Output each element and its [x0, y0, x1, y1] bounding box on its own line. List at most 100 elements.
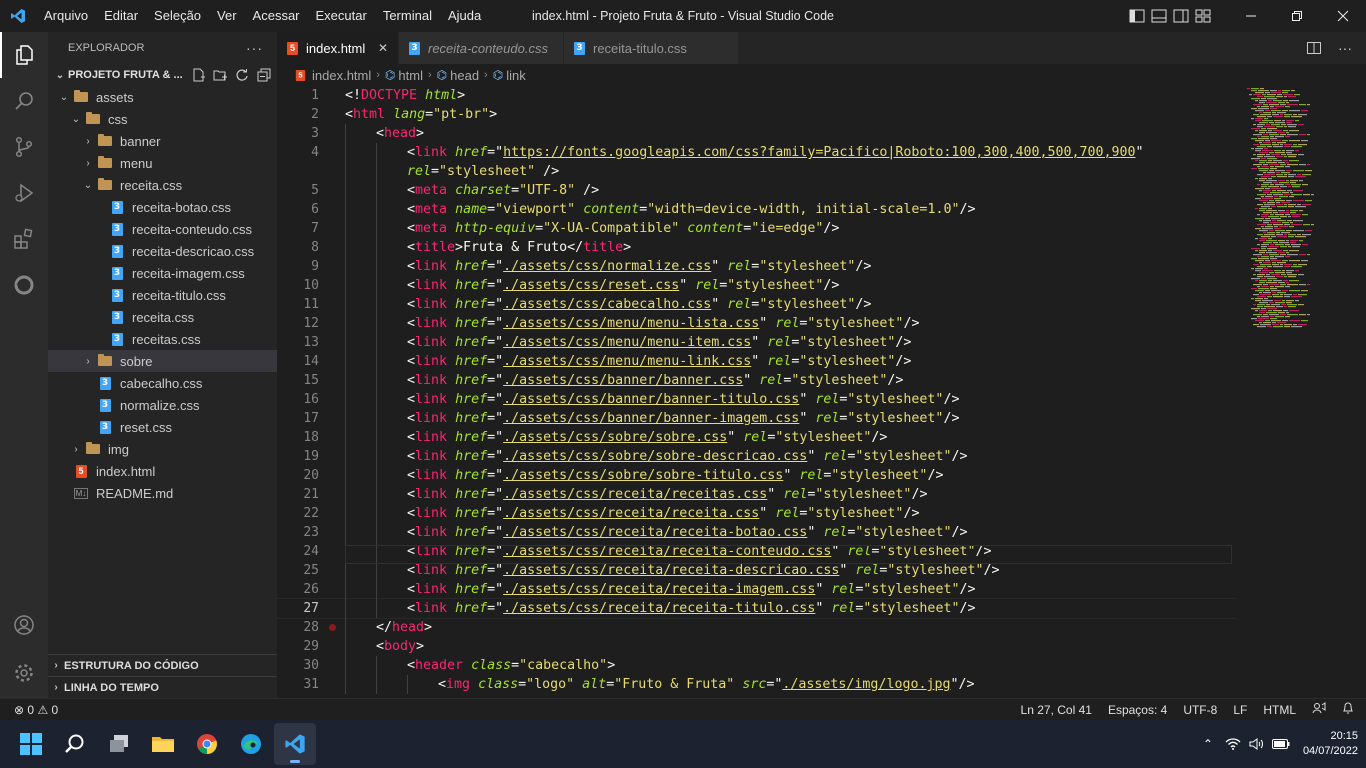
edge-browser-icon[interactable] — [230, 723, 272, 765]
breadcrumb-item[interactable]: link — [506, 68, 526, 83]
tree-item[interactable]: 3 receitas.css — [48, 328, 277, 350]
tree-item[interactable]: 5 index.html — [48, 460, 277, 482]
gutter[interactable] — [321, 105, 345, 124]
menu-acessar[interactable]: Acessar — [245, 0, 308, 32]
gutter[interactable] — [321, 352, 345, 371]
notifications-bell-icon[interactable] — [1334, 699, 1366, 721]
tree-item[interactable]: 3 receita-titulo.css — [48, 284, 277, 306]
gutter[interactable] — [321, 143, 345, 162]
gutter[interactable] — [321, 485, 345, 504]
gutter[interactable] — [321, 181, 345, 200]
gutter[interactable] — [321, 219, 345, 238]
tab-receita-titulo-css[interactable]: 3 receita-titulo.css — [564, 32, 739, 64]
breadcrumb-item[interactable]: head — [450, 68, 479, 83]
feedback-icon[interactable] — [1304, 699, 1334, 721]
extensions-icon[interactable] — [0, 216, 48, 262]
language-mode[interactable]: HTML — [1255, 699, 1304, 721]
menu-arquivo[interactable]: Arquivo — [36, 0, 96, 32]
cursor-position[interactable]: Ln 27, Col 41 — [1013, 699, 1100, 721]
toggle-panel-icon[interactable] — [1148, 0, 1170, 32]
clock[interactable]: 20:15 04/07/2022 — [1293, 729, 1366, 759]
gutter[interactable] — [321, 599, 345, 618]
close-icon[interactable] — [1320, 0, 1366, 32]
menu-seleção[interactable]: Seleção — [146, 0, 209, 32]
refresh-icon[interactable] — [235, 68, 249, 82]
task-view-icon[interactable] — [98, 723, 140, 765]
minimap[interactable] — [1237, 86, 1366, 698]
gutter[interactable] — [321, 656, 345, 675]
menu-ajuda[interactable]: Ajuda — [440, 0, 489, 32]
gutter[interactable] — [321, 276, 345, 295]
tree-item[interactable]: 3 receita.css — [48, 306, 277, 328]
tree-item[interactable]: › menu — [48, 152, 277, 174]
timeline-panel-header[interactable]: › LINHA DO TEMPO — [48, 676, 277, 698]
outline-panel-header[interactable]: › ESTRUTURA DO CÓDIGO — [48, 654, 277, 676]
breakpoint-dot-icon[interactable] — [329, 624, 336, 631]
tree-item[interactable]: 3 cabecalho.css — [48, 372, 277, 394]
restore-icon[interactable] — [1274, 0, 1320, 32]
customize-layout-icon[interactable] — [1192, 0, 1214, 32]
manage-gear-icon[interactable] — [0, 650, 48, 696]
gutter[interactable] — [321, 390, 345, 409]
edge-devtools-icon[interactable] — [0, 262, 48, 308]
gutter[interactable] — [321, 428, 345, 447]
tree-item[interactable]: › sobre — [48, 350, 277, 372]
source-control-icon[interactable] — [0, 124, 48, 170]
run-debug-icon[interactable] — [0, 170, 48, 216]
encoding[interactable]: UTF-8 — [1175, 699, 1225, 721]
gutter[interactable] — [321, 238, 345, 257]
tree-item[interactable]: M↓ README.md — [48, 482, 277, 504]
tray-overflow-chevron-icon[interactable]: ⌃ — [1195, 737, 1221, 751]
more-actions-icon[interactable]: ··· — [1338, 40, 1352, 56]
battery-icon[interactable] — [1269, 739, 1293, 749]
tree-item[interactable]: ⌄ assets — [48, 86, 277, 108]
gutter[interactable] — [321, 200, 345, 219]
taskbar-search-icon[interactable] — [54, 723, 96, 765]
gutter[interactable] — [321, 257, 345, 276]
tab-close-icon[interactable]: ✕ — [378, 41, 388, 55]
search-icon[interactable] — [0, 78, 48, 124]
volume-icon[interactable] — [1245, 738, 1269, 750]
explorer-icon[interactable] — [0, 32, 48, 78]
gutter[interactable] — [321, 86, 345, 105]
wifi-icon[interactable] — [1221, 738, 1245, 750]
tree-item[interactable]: 3 reset.css — [48, 416, 277, 438]
breadcrumb-item[interactable]: html — [398, 68, 423, 83]
tree-item[interactable]: 3 normalize.css — [48, 394, 277, 416]
collapse-all-icon[interactable] — [257, 68, 271, 82]
gutter[interactable] — [321, 542, 345, 561]
gutter[interactable] — [321, 504, 345, 523]
project-folder-header[interactable]: ⌄ PROJETO FRUTA & ... — [48, 64, 277, 86]
gutter[interactable] — [321, 409, 345, 428]
file-explorer-icon[interactable] — [142, 723, 184, 765]
gutter[interactable] — [321, 295, 345, 314]
tab-index-html[interactable]: 5 index.html ✕ — [277, 32, 399, 64]
menu-executar[interactable]: Executar — [308, 0, 375, 32]
gutter[interactable] — [321, 675, 345, 694]
more-actions-icon[interactable]: ··· — [246, 40, 263, 56]
toggle-secondary-sidebar-icon[interactable] — [1170, 0, 1192, 32]
end-of-line[interactable]: LF — [1225, 699, 1255, 721]
tree-item[interactable]: › banner — [48, 130, 277, 152]
tree-item[interactable]: 3 receita-conteudo.css — [48, 218, 277, 240]
gutter[interactable] — [321, 618, 345, 637]
menu-ver[interactable]: Ver — [209, 0, 245, 32]
gutter[interactable] — [321, 580, 345, 599]
new-folder-icon[interactable] — [213, 68, 227, 82]
gutter[interactable] — [321, 523, 345, 542]
toggle-sidebar-icon[interactable] — [1126, 0, 1148, 32]
breadcrumb-item[interactable]: index.html — [312, 68, 371, 83]
chrome-icon[interactable] — [186, 723, 228, 765]
gutter[interactable] — [321, 314, 345, 333]
gutter[interactable] — [321, 637, 345, 656]
gutter[interactable] — [321, 561, 345, 580]
tree-item[interactable]: ⌄ css — [48, 108, 277, 130]
gutter[interactable] — [321, 333, 345, 352]
tab-receita-conteudo-css[interactable]: 3 receita-conteudo.css — [399, 32, 564, 64]
tree-item[interactable]: 3 receita-botao.css — [48, 196, 277, 218]
windows-start-icon[interactable] — [10, 723, 52, 765]
tree-item[interactable]: › img — [48, 438, 277, 460]
indentation[interactable]: Espaços: 4 — [1100, 699, 1175, 721]
tree-item[interactable]: 3 receita-imagem.css — [48, 262, 277, 284]
problems-indicator[interactable]: ⊗ 0 ⚠ 0 — [0, 699, 66, 721]
